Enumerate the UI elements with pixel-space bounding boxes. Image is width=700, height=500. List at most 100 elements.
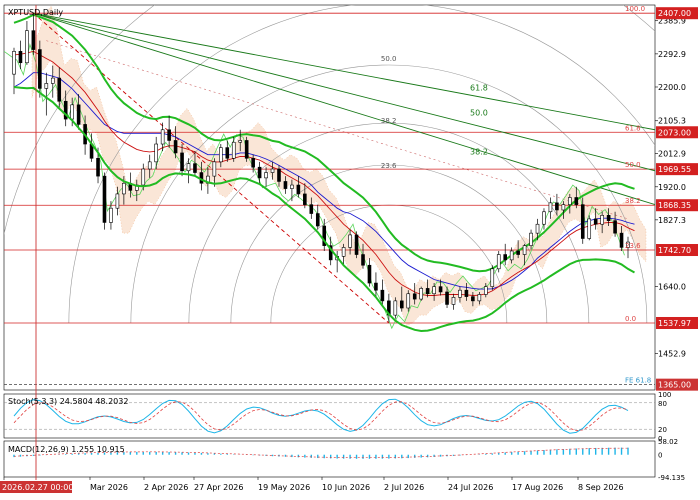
candle-body bbox=[257, 166, 262, 179]
candle-body bbox=[251, 157, 255, 168]
candle-body bbox=[309, 204, 314, 214]
candle-body bbox=[180, 152, 184, 172]
x-cursor-label: 2026.02.27 00:00 bbox=[2, 483, 73, 492]
candle-body bbox=[296, 184, 301, 195]
candle-body bbox=[12, 51, 16, 75]
price-level-badge-text: 1868.35 bbox=[658, 201, 691, 210]
chart: 23.6 38.2 50.0 100.0 61.8 50.0 38.2 23.6 0.0 FE 6… bbox=[0, 0, 700, 500]
candle-body bbox=[374, 282, 378, 291]
candle-body bbox=[38, 49, 42, 89]
stoch-label: Stoch(5,3,3) 24.5804 48.2032 bbox=[8, 397, 128, 406]
candle-body bbox=[606, 215, 611, 221]
y-axis-label: 1452.9 bbox=[658, 349, 686, 358]
candle-body bbox=[593, 218, 598, 225]
candle-body bbox=[25, 30, 29, 64]
candle-body bbox=[425, 288, 430, 295]
fib-level-label: 38.2 bbox=[625, 197, 641, 205]
arc-label-38-2: 38.2 bbox=[381, 117, 397, 125]
fib-level-label: 50.0 bbox=[625, 161, 641, 169]
candle-body bbox=[193, 163, 197, 173]
x-axis-label: 10 Jun 2026 bbox=[322, 483, 370, 492]
arc-label-23-6: 23.6 bbox=[381, 162, 397, 170]
stoch-axis-label: 20 bbox=[658, 426, 667, 434]
candle-body bbox=[303, 193, 307, 205]
candle-body bbox=[173, 140, 178, 154]
candle-body bbox=[31, 30, 36, 50]
macd-axis-label: -94.135 bbox=[658, 474, 685, 482]
candle-body bbox=[406, 293, 411, 309]
fib-level-label: FE 61.8 bbox=[625, 377, 651, 385]
candle-body bbox=[231, 141, 236, 159]
fib-level-label: 100.0 bbox=[625, 5, 645, 13]
candle-body bbox=[219, 147, 223, 163]
candle-body bbox=[509, 250, 514, 261]
candle-body bbox=[484, 286, 488, 295]
candle-body bbox=[122, 182, 126, 195]
chart-svg: 23.6 38.2 50.0 100.0 61.8 50.0 38.2 23.6 0.0 FE 6… bbox=[0, 4, 698, 493]
candle-body bbox=[315, 213, 320, 227]
candle-body bbox=[290, 184, 294, 189]
macd-label: MACD(12,26,9) 1.255 10.915 bbox=[8, 445, 125, 454]
candle-body bbox=[167, 129, 171, 141]
candle-body bbox=[186, 163, 191, 172]
price-level-badge-text: 1365.00 bbox=[658, 381, 691, 390]
x-axis-label: 2 Apr 2026 bbox=[144, 483, 188, 492]
candle-body bbox=[238, 140, 243, 143]
candle-body bbox=[600, 215, 604, 225]
candle-body bbox=[438, 286, 443, 293]
stoch-axis-label: 80 bbox=[658, 400, 667, 408]
candle-body bbox=[76, 104, 81, 125]
y-axis-label: 1827.3 bbox=[658, 216, 686, 225]
price-level-badge-text: 2073.00 bbox=[658, 128, 691, 137]
fib-level-label: 23.6 bbox=[625, 242, 641, 250]
candle-body bbox=[555, 202, 559, 211]
candle-body bbox=[580, 204, 585, 239]
price-level-badge-text: 1537.97 bbox=[658, 319, 691, 328]
candle-body bbox=[44, 83, 49, 89]
candle-body bbox=[212, 161, 217, 177]
candle-body bbox=[50, 77, 55, 84]
x-axis-label: 19 May 2026 bbox=[258, 483, 310, 492]
candle-body bbox=[341, 247, 346, 257]
y-axis-label: 2012.9 bbox=[658, 150, 686, 159]
candle-body bbox=[393, 300, 398, 316]
candle-body bbox=[490, 268, 495, 287]
candle-body bbox=[399, 300, 404, 309]
chart-title: XPTUSD,Daily bbox=[8, 8, 63, 17]
candle-body bbox=[283, 181, 288, 189]
fan-label-61-8: 61.8 bbox=[470, 84, 488, 93]
candle-body bbox=[160, 129, 165, 145]
candle-body bbox=[361, 254, 365, 266]
candle-body bbox=[496, 254, 501, 270]
candle-body bbox=[522, 245, 527, 255]
candle-body bbox=[419, 288, 423, 300]
candle-body bbox=[277, 168, 281, 182]
candle-body bbox=[464, 289, 469, 297]
candle-body bbox=[270, 168, 275, 173]
y-axis-label: 1920.0 bbox=[658, 183, 686, 192]
candle-body bbox=[477, 294, 482, 302]
candle-body bbox=[154, 143, 158, 163]
x-axis-label: 27 Apr 2026 bbox=[194, 483, 243, 492]
candle-body bbox=[109, 207, 113, 223]
fan-label-50: 50.0 bbox=[470, 109, 488, 118]
candle-body bbox=[18, 51, 23, 64]
price-level-badge-text: 1742.70 bbox=[658, 246, 691, 255]
candle-body bbox=[619, 232, 624, 248]
candle-body bbox=[561, 204, 566, 211]
candle-body bbox=[147, 161, 152, 170]
candle-body bbox=[574, 197, 579, 205]
candle-body bbox=[225, 147, 230, 159]
candle-body bbox=[348, 234, 352, 248]
y-axis-label: 2200.0 bbox=[658, 83, 686, 92]
macd-axis-label: 58.02 bbox=[658, 438, 678, 446]
candle-body bbox=[613, 220, 617, 234]
candle-body bbox=[542, 211, 546, 225]
x-axis-label: 8 Sep 2026 bbox=[578, 483, 624, 492]
candle-body bbox=[115, 193, 120, 209]
candle-body bbox=[412, 293, 417, 300]
candle-body bbox=[264, 172, 268, 179]
candle-body bbox=[503, 254, 508, 261]
x-axis-label: Mar 2026 bbox=[90, 483, 128, 492]
x-axis-label: 24 Jul 2026 bbox=[448, 483, 493, 492]
